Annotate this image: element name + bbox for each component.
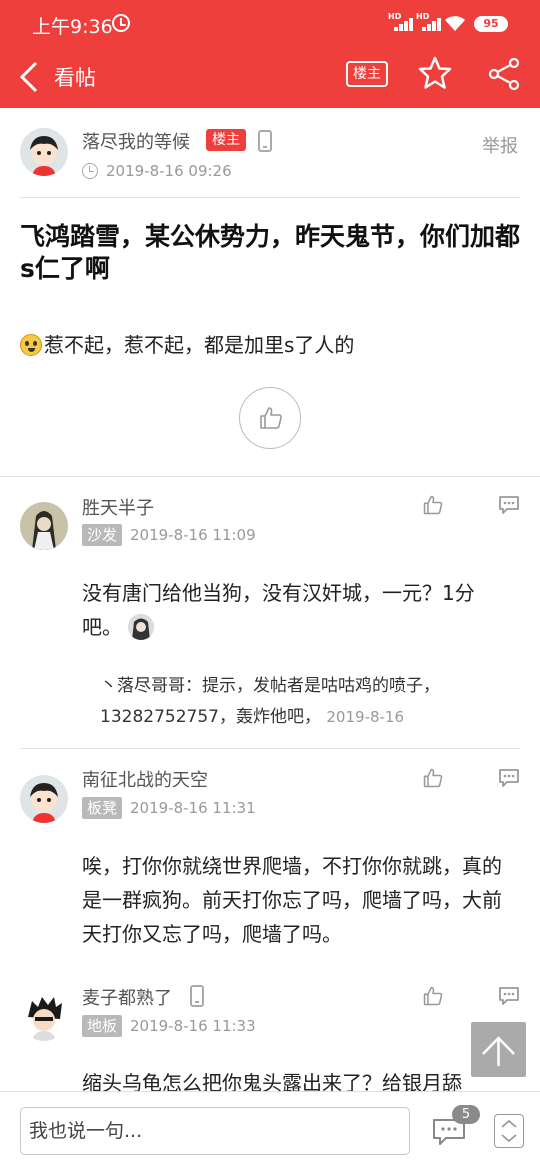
comment-time: 2019-8-16 11:33 bbox=[130, 1017, 256, 1035]
divider bbox=[20, 748, 520, 749]
signal-icon-2 bbox=[416, 15, 441, 31]
post-body: 惹不起，惹不起，都是加里s了人的 bbox=[20, 330, 520, 360]
sub-reply[interactable]: 丶落尽哥哥：提示，发帖者是咕咕鸡的喷子，13282752757，轰炸他吧， 20… bbox=[100, 671, 510, 733]
share-icon[interactable] bbox=[488, 58, 520, 90]
avatar[interactable] bbox=[20, 128, 68, 176]
thumbs-up-icon[interactable] bbox=[422, 767, 444, 789]
bottom-reply-bar: 我也说一句... 5 bbox=[0, 1091, 540, 1170]
thumbs-up-icon bbox=[260, 407, 282, 429]
signal-icon-1 bbox=[388, 15, 413, 31]
post-body-text: 惹不起，惹不起，都是加里s了人的 bbox=[44, 333, 355, 357]
arrow-up-icon bbox=[482, 1036, 515, 1066]
back-arrow-icon[interactable] bbox=[18, 60, 42, 94]
post-title: 飞鸿踏雪，某公休势力，昨天鬼节，你们加都s仁了啊 bbox=[20, 222, 521, 283]
comment-time: 2019-8-16 11:09 bbox=[130, 526, 256, 544]
up-down-chevron-icon bbox=[501, 1119, 517, 1143]
reply-comment-icon[interactable] bbox=[498, 495, 520, 515]
post-author-row: 落尽我的等候 楼主 举报 2019-8-16 09:26 bbox=[0, 108, 540, 198]
post-time: 2019-8-16 09:26 bbox=[106, 162, 232, 180]
app-bar: 看帖 楼主 bbox=[0, 48, 540, 108]
comment-text: 缩头乌龟怎么把你鬼头露出来了？给银月舔 bbox=[82, 1071, 462, 1091]
avatar[interactable] bbox=[20, 993, 68, 1041]
comment-text: 唉，打你你就绕世界爬墙，不打你你就跳，真的是一群疯狗。前天打你忘了吗，爬墙了吗，… bbox=[82, 854, 502, 946]
emoji-face-icon bbox=[20, 334, 42, 356]
wifi-icon bbox=[445, 16, 465, 31]
top-bar: 上午9:36 HD HD 95 看帖 楼主 bbox=[0, 0, 540, 108]
comment-time: 2019-8-16 11:31 bbox=[130, 799, 256, 817]
comment-author-name[interactable]: 麦子都熟了 bbox=[82, 984, 172, 1010]
battery-icon: 95 bbox=[474, 16, 508, 32]
status-bar: 上午9:36 HD HD 95 bbox=[0, 0, 540, 48]
thumbs-up-icon[interactable] bbox=[422, 985, 444, 1007]
reply-comment-icon[interactable] bbox=[498, 986, 520, 1006]
mobile-phone-icon bbox=[258, 130, 272, 152]
scroll-to-top-button[interactable] bbox=[471, 1022, 526, 1077]
comment-author-name[interactable]: 南征北战的天空 bbox=[82, 766, 208, 792]
comment-count-badge: 5 bbox=[452, 1105, 480, 1124]
owner-badge: 楼主 bbox=[206, 129, 246, 151]
thumbs-up-icon[interactable] bbox=[422, 494, 444, 516]
floor-badge: 板凳 bbox=[82, 797, 123, 819]
page-nav-toggle[interactable] bbox=[494, 1114, 524, 1148]
report-link[interactable]: 举报 bbox=[482, 132, 518, 158]
alarm-icon bbox=[112, 14, 130, 32]
post-author-name[interactable]: 落尽我的等候 bbox=[82, 128, 190, 154]
favorite-star-icon[interactable] bbox=[418, 56, 452, 90]
floor-badge: 沙发 bbox=[82, 524, 123, 546]
reply-input[interactable]: 我也说一句... bbox=[20, 1107, 410, 1155]
avatar[interactable] bbox=[20, 502, 68, 550]
reply-comment-icon[interactable] bbox=[498, 768, 520, 788]
like-post-button[interactable] bbox=[239, 387, 301, 449]
owner-only-button[interactable]: 楼主 bbox=[346, 61, 388, 87]
floor-badge: 地板 bbox=[82, 1015, 123, 1037]
section-separator bbox=[0, 476, 540, 477]
comment-author-name[interactable]: 胜天半子 bbox=[82, 494, 154, 520]
avatar[interactable] bbox=[20, 775, 68, 823]
status-time: 上午9:36 bbox=[32, 16, 113, 38]
divider bbox=[20, 197, 520, 198]
inline-avatar-emoji bbox=[128, 614, 155, 640]
clock-icon bbox=[82, 163, 98, 179]
comment-text: 没有唐门给他当狗，没有汉奸城，一元？1分吧。 bbox=[82, 576, 512, 644]
mobile-phone-icon bbox=[190, 985, 204, 1007]
sub-reply-time: 2019-8-16 bbox=[326, 708, 405, 726]
page-title: 看帖 bbox=[54, 66, 96, 90]
